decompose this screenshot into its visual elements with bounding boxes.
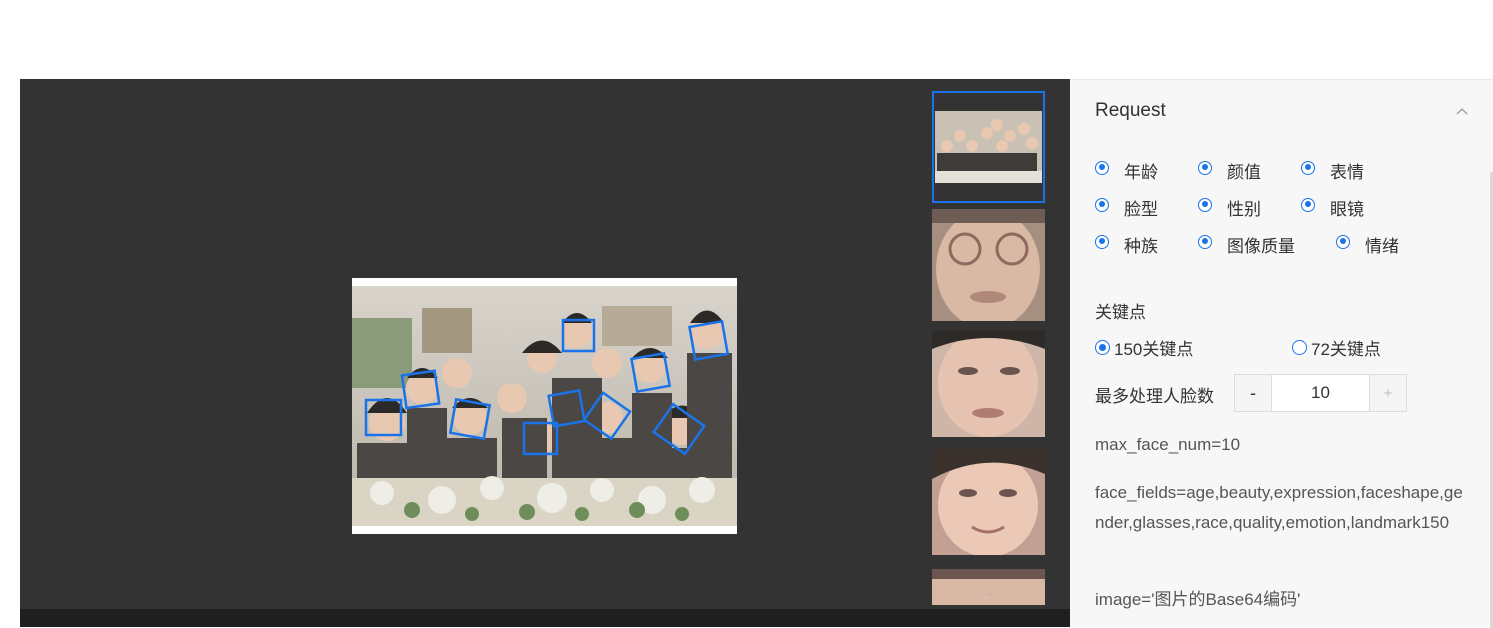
decrement-button[interactable]: - <box>1235 375 1272 411</box>
checkbox-emotion[interactable]: 情绪 <box>1336 232 1399 257</box>
panel-title: Request <box>1095 100 1166 121</box>
checkbox-quality[interactable]: 图像质量 <box>1198 232 1295 257</box>
face-thumbnail-strip[interactable]: ⌄ <box>932 91 1045 605</box>
thumbnail-full-photo[interactable] <box>932 91 1045 203</box>
chevron-up-icon[interactable] <box>1456 106 1468 118</box>
thumbnail-face-1[interactable] <box>932 209 1045 321</box>
main-photo <box>352 278 737 534</box>
max-face-stepper: - 10 + <box>1234 374 1407 412</box>
radio-landmark-150[interactable]: 150关键点 <box>1095 335 1193 360</box>
thumbnail-face-3[interactable] <box>932 449 1045 555</box>
param-max-face-num: max_face_num=10 <box>1095 435 1241 454</box>
param-image: image='图片的Base64编码' <box>1095 590 1301 609</box>
checkbox-expression[interactable]: 表情 <box>1301 158 1364 183</box>
max-face-input[interactable]: 10 <box>1272 375 1369 411</box>
thumbnail-face-2[interactable] <box>932 331 1045 437</box>
checkbox-race[interactable]: 种族 <box>1095 232 1158 257</box>
checkbox-glasses[interactable]: 眼镜 <box>1301 195 1364 220</box>
increment-button[interactable]: + <box>1369 375 1406 411</box>
group-photo-image <box>352 278 737 534</box>
checkbox-faceshape[interactable]: 脸型 <box>1095 195 1158 220</box>
checkbox-beauty[interactable]: 颜值 <box>1198 158 1261 183</box>
param-face-fields: face_fields=age,beauty,expression,facesh… <box>1095 483 1463 532</box>
max-face-label: 最多处理人脸数 <box>1095 387 1214 406</box>
checkbox-age[interactable]: 年龄 <box>1095 158 1158 183</box>
radio-landmark-72[interactable]: 72关键点 <box>1292 335 1381 360</box>
request-panel: Request 年龄 颜值 表情 脸型 性别 眼镜 种族 图像质量 情绪 关键点… <box>1070 79 1493 628</box>
image-viewer: ⌄ <box>20 79 1070 627</box>
viewer-footer-bar <box>20 609 1070 627</box>
landmark-section-label: 关键点 <box>1095 303 1146 322</box>
checkbox-gender[interactable]: 性别 <box>1198 195 1261 220</box>
chevron-down-icon[interactable]: ⌄ <box>982 589 991 602</box>
